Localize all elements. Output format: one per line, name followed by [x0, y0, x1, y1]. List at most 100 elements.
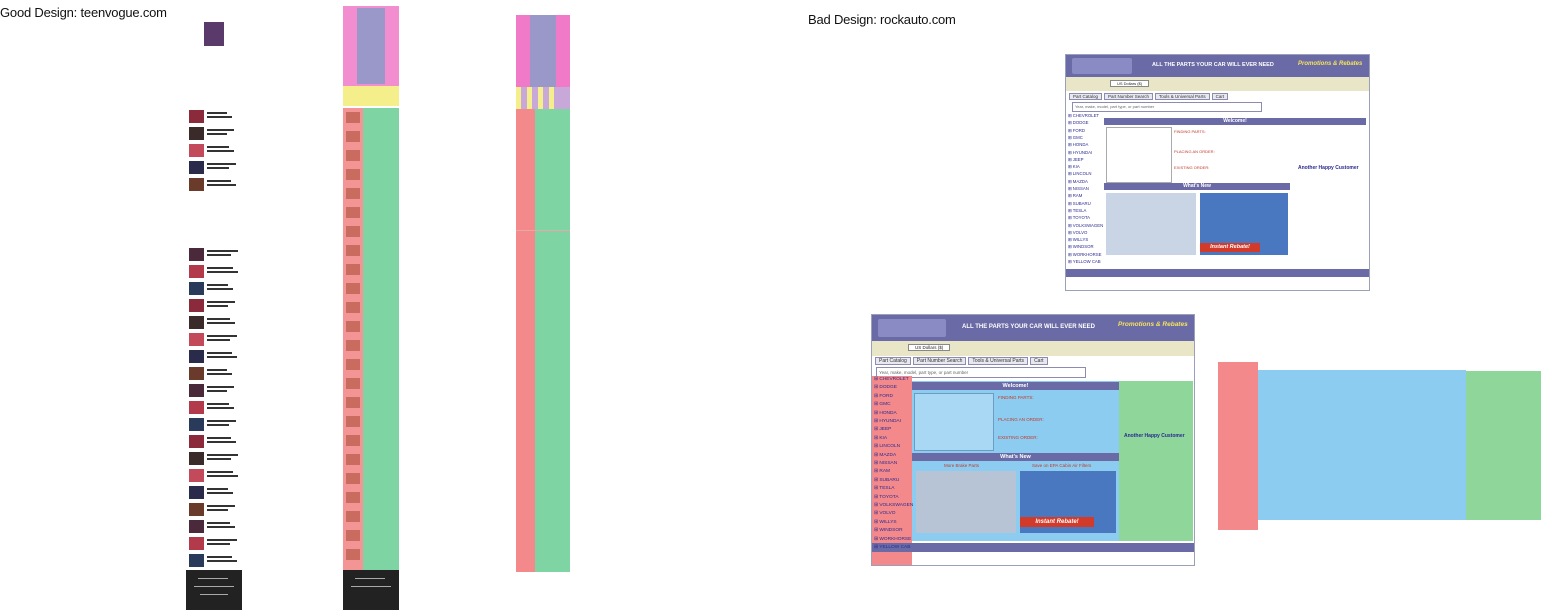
tv-article-line	[207, 390, 227, 392]
make-item: ⊞ HYUNDAI	[1068, 149, 1093, 155]
tv-article-row	[189, 384, 239, 398]
diagram-top-right-magenta	[556, 15, 570, 87]
tv-article-row	[189, 299, 239, 313]
tv-article-thumb	[189, 316, 204, 329]
diagram-top-left-magenta	[516, 15, 530, 87]
bad-design-heading: Bad Design: rockauto.com	[808, 12, 956, 27]
tv-article-row	[189, 537, 239, 551]
tv-article-line	[207, 322, 235, 324]
tv-article-line	[207, 180, 231, 182]
diagram-nav-yellow-3	[538, 87, 543, 109]
make-item: ⊞ NISSAN	[874, 461, 898, 466]
make-item: ⊞ DODGE	[1068, 120, 1089, 126]
tv-annot-thumb	[346, 188, 360, 199]
tv-annot-thumb	[346, 150, 360, 161]
tv-article-thumb	[189, 486, 204, 499]
rockauto-rebates-annotated: Promotions & Rebates	[1118, 321, 1188, 328]
tv-article-line	[207, 150, 234, 152]
make-item: ⊞ GMC	[874, 402, 891, 408]
tv-article-thumb	[189, 418, 204, 431]
rockauto-screenshot: ALL THE PARTS YOUR CAR WILL EVER NEED Pr…	[1065, 54, 1370, 291]
tv-article-row	[189, 316, 239, 330]
tv-annot-thumb	[346, 283, 360, 294]
make-item: ⊞ KIA	[1068, 164, 1080, 170]
tv-article-line	[207, 335, 237, 337]
diagram-center-sky	[1258, 370, 1466, 520]
make-item: ⊞ NISSAN	[1068, 186, 1089, 191]
tv-article-line	[207, 339, 230, 341]
make-item: ⊞ CHEVROLET	[874, 377, 909, 382]
tv-article-thumb	[189, 127, 204, 140]
welcome-bar-annotated: Welcome!	[912, 382, 1119, 390]
tv-article-row	[189, 486, 239, 500]
tv-article-line	[207, 318, 230, 320]
tab-part-catalog-annotated: Part Catalog	[875, 357, 911, 365]
tab-part-number-search: Part Number Search	[1104, 93, 1154, 100]
make-item: ⊞ JEEP	[1068, 156, 1084, 162]
tab-tools-universal-annotated: Tools & Universal Parts	[968, 357, 1029, 365]
diagram-divider	[516, 230, 570, 231]
make-item: ⊞ HYUNDAI	[874, 419, 901, 424]
tv-article-line	[207, 471, 233, 473]
make-item: ⊞ CHEVROLET	[1068, 113, 1100, 118]
tv-article-line	[207, 556, 232, 558]
tv-article-line	[207, 505, 235, 507]
tv-hero-image	[204, 22, 224, 46]
cabin-filters-label: Save on EPA Cabin Air Filters	[1032, 463, 1092, 468]
tv-article-thumb	[189, 435, 204, 448]
another-happy-customer: Another Happy Customer	[1298, 165, 1359, 171]
make-item: ⊞ DODGE	[874, 385, 897, 391]
whats-new-bar: What's New	[1104, 183, 1290, 190]
tv-article-line	[207, 284, 228, 286]
tv-article-line	[207, 356, 237, 358]
tv-annot-thumb	[346, 226, 360, 237]
search-input: Year, make, model, part type, or part nu…	[1072, 102, 1262, 112]
rockauto-rebates: Promotions & Rebates	[1298, 61, 1363, 67]
tv-article-line	[207, 184, 236, 186]
make-item: ⊞ YELLOW CAB	[1068, 259, 1101, 264]
teenvogue-annotated-footer	[343, 570, 399, 610]
diagram-top-center-lavender	[530, 15, 556, 87]
tv-annot-thumb	[346, 549, 360, 560]
diagram-nav-yellow-1	[516, 87, 521, 109]
tv-article-line	[207, 163, 236, 165]
tv-annot-thumb	[346, 416, 360, 427]
make-item: ⊞ FORD	[874, 393, 893, 399]
make-item: ⊞ RAM	[1068, 193, 1083, 199]
finding-parts-text-annotated: FINDING PARTS:	[998, 395, 1034, 400]
tv-article-thumb	[189, 265, 204, 278]
placing-order-text-annotated: PLACING AN ORDER:	[998, 417, 1044, 422]
tv-annot-thumb	[346, 245, 360, 256]
teenvogue-annotated-screenshot	[343, 0, 399, 570]
annot-right-green	[1119, 381, 1193, 541]
diagram-left-column	[516, 109, 535, 572]
tab-cart: Cart	[1211, 93, 1229, 100]
tv-article-thumb	[189, 248, 204, 261]
tv-annot-thumb	[346, 492, 360, 503]
tv-annot-thumb	[346, 454, 360, 465]
tv-article-line	[207, 522, 230, 524]
rockauto-tagline-annotated: ALL THE PARTS YOUR CAR WILL EVER NEED	[962, 324, 1095, 330]
placing-order-text: PLACING AN ORDER:	[1174, 149, 1215, 154]
tv-article-thumb	[189, 537, 204, 550]
tv-article-row	[189, 161, 239, 175]
tv-article-row	[189, 367, 239, 381]
tv-article-line	[207, 288, 233, 290]
tab-cart-annotated: Cart	[1030, 357, 1048, 365]
instant-rebate-badge-annotated: Instant Rebate!	[1020, 517, 1094, 527]
tv-annot-thumb	[346, 264, 360, 275]
make-item: ⊞ HONDA	[874, 410, 897, 416]
tv-article-thumb	[189, 110, 204, 123]
make-item: ⊞ WINDSOR	[1068, 244, 1094, 250]
rockauto-tagline: ALL THE PARTS YOUR CAR WILL EVER NEED	[1152, 62, 1274, 68]
tv-article-row	[189, 333, 239, 347]
make-item: ⊞ GMC	[1068, 134, 1083, 140]
welcome-bar: Welcome!	[1104, 118, 1366, 125]
tv-article-row	[189, 435, 239, 449]
tv-article-line	[207, 488, 228, 490]
tv-article-line	[207, 250, 238, 252]
tv-article-line	[207, 475, 238, 477]
tv-article-thumb	[189, 161, 204, 174]
tv-article-line	[207, 352, 232, 354]
tv-article-thumb	[189, 282, 204, 295]
